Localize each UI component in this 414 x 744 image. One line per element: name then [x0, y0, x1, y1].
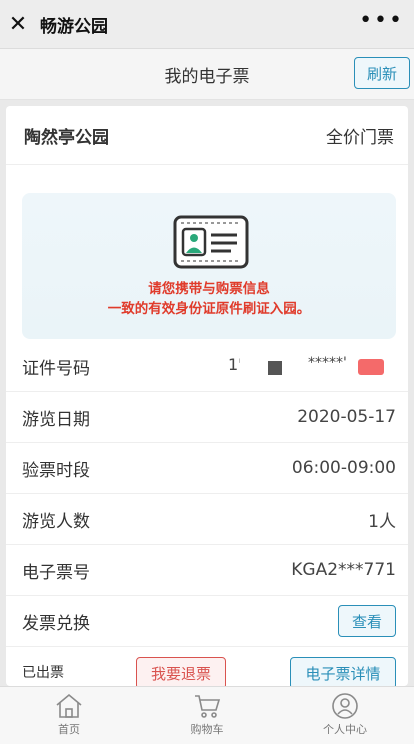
- row-visit-date: 游览日期 2020-05-17: [6, 392, 408, 443]
- tab-profile[interactable]: 个人中心: [276, 687, 414, 744]
- row-check-slot: 验票时段 06:00-09:00: [6, 443, 408, 494]
- id-card-icon: [173, 215, 249, 269]
- ticket-type: 全价门票: [326, 127, 394, 148]
- tab-home[interactable]: 首页: [0, 687, 138, 744]
- tab-home-label: 首页: [58, 723, 80, 736]
- ticket-card: 陶然亭公园 全价门票 请您携带与购票信息 一致的有效身份证原件刷证入园。 证件号…: [6, 106, 408, 686]
- id-number-masked: *****': [308, 355, 347, 371]
- page-title: 我的电子票: [164, 66, 250, 87]
- ticket-actions: 已出票 我要退票 电子票详情: [6, 647, 408, 686]
- redaction-mark: [358, 359, 384, 375]
- row-invoice: 发票兑换 查看: [6, 596, 408, 647]
- refund-button[interactable]: 我要退票: [136, 657, 226, 686]
- tab-cart-label: 购物车: [190, 723, 224, 736]
- id-number-label: 证件号码: [22, 358, 90, 379]
- row-id-number: 证件号码 1' *****': [6, 341, 408, 392]
- eticket-detail-button[interactable]: 电子票详情: [290, 657, 396, 686]
- visitor-count-label: 游览人数: [22, 511, 90, 532]
- top-navigation-bar: ✕ 畅游公园 •••: [0, 0, 414, 49]
- notice-text: 请您携带与购票信息 一致的有效身份证原件刷证入园。: [22, 279, 396, 319]
- ticket-info-list: 证件号码 1' *****' 游览日期 2020-05-17 验票时段 06:0…: [6, 341, 408, 686]
- bottom-tab-bar: 首页 购物车 个人中心: [0, 686, 414, 744]
- home-icon: [56, 693, 82, 718]
- visit-date-value: 2020-05-17: [297, 407, 396, 427]
- notice-line-1: 请您携带与购票信息: [148, 281, 270, 297]
- id-card-notice: 请您携带与购票信息 一致的有效身份证原件刷证入园。: [22, 193, 396, 339]
- visitor-count-value: 1人: [368, 511, 396, 532]
- cart-icon: [195, 695, 221, 718]
- check-slot-value: 06:00-09:00: [291, 458, 396, 478]
- row-eticket-number: 电子票号 KGA2***771: [6, 545, 408, 596]
- ticket-header: 陶然亭公园 全价门票: [6, 106, 408, 165]
- check-slot-label: 验票时段: [22, 460, 90, 481]
- page-header: 我的电子票 刷新: [0, 49, 414, 100]
- row-visitor-count: 游览人数 1人: [6, 494, 408, 545]
- tab-profile-label: 个人中心: [323, 723, 367, 736]
- park-name: 陶然亭公园: [24, 127, 109, 148]
- redaction-square: [268, 361, 282, 375]
- view-invoice-button[interactable]: 查看: [338, 605, 396, 637]
- id-number-value: 1' *****': [216, 351, 396, 381]
- close-icon[interactable]: ✕: [0, 0, 36, 48]
- tab-cart[interactable]: 购物车: [138, 687, 276, 744]
- eticket-number-value: KGA2***771: [291, 560, 396, 580]
- eticket-number-label: 电子票号: [22, 562, 90, 583]
- refresh-button[interactable]: 刷新: [354, 57, 410, 89]
- user-icon: [332, 693, 358, 719]
- ticket-status: 已出票: [22, 665, 64, 681]
- visit-date-label: 游览日期: [22, 409, 90, 430]
- app-title: 畅游公园: [40, 16, 108, 37]
- invoice-label: 发票兑换: [22, 613, 90, 634]
- more-options-icon[interactable]: •••: [359, 8, 404, 33]
- notice-line-2: 一致的有效身份证原件刷证入园。: [107, 301, 311, 317]
